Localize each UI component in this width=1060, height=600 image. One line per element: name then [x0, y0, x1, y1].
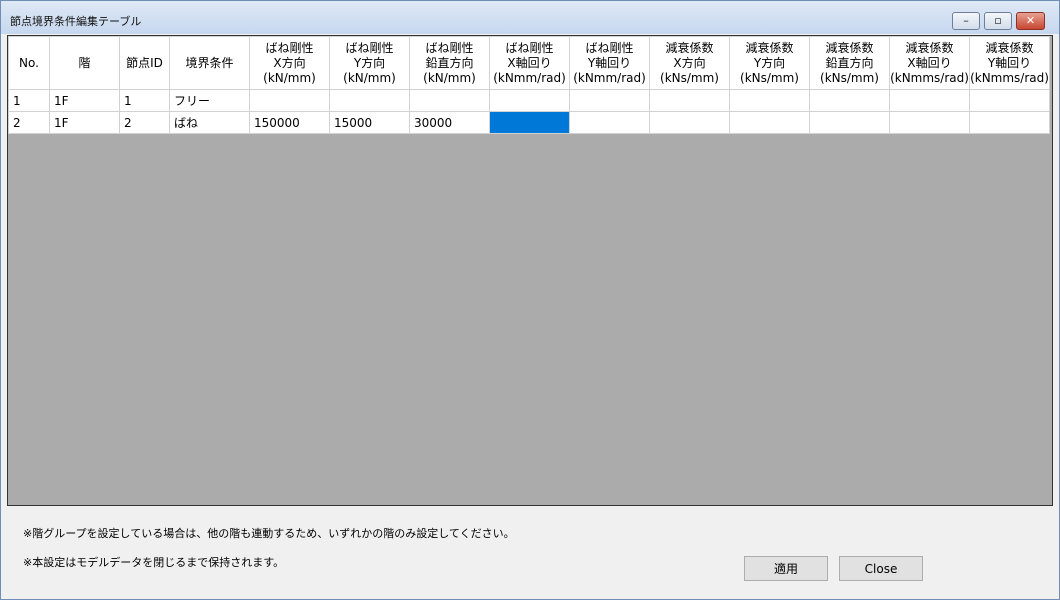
column-header-5[interactable]: ばね剛性 Y方向 (kN/mm): [329, 36, 410, 90]
table-cell[interactable]: [969, 111, 1050, 134]
column-header-8[interactable]: ばね剛性 Y軸回り (kNmm/rad): [569, 36, 650, 90]
table-cell[interactable]: 150000: [249, 111, 330, 134]
minimize-button[interactable]: –: [952, 12, 980, 30]
note-retention: ※本設定はモデルデータを閉じるまで保持されます。: [23, 556, 285, 569]
table-cell[interactable]: [649, 89, 730, 112]
column-header-line: ばね剛性: [345, 40, 394, 55]
column-header-4[interactable]: ばね剛性 X方向 (kN/mm): [249, 36, 330, 90]
window-title: 節点境界条件編集テーブル: [10, 15, 142, 28]
column-header-line: Y軸回り: [987, 55, 1032, 70]
column-header-line: 鉛直方向: [425, 55, 474, 70]
column-header-line: (kNmms/rad): [970, 70, 1049, 85]
column-header-line: X方向: [673, 55, 706, 70]
column-header-line: (kN/mm): [423, 70, 476, 85]
table-cell[interactable]: 1: [8, 89, 50, 112]
table-cell[interactable]: [809, 111, 890, 134]
apply-button[interactable]: 適用: [744, 556, 828, 581]
column-header-line: 階: [78, 55, 91, 70]
table-cell[interactable]: 1F: [49, 89, 120, 112]
table-cell[interactable]: ばね: [169, 111, 250, 134]
table-cell[interactable]: 2: [119, 111, 170, 134]
column-header-line: X方向: [273, 55, 306, 70]
boundary-table: No. 階節点ID 境界条件 ばね剛性 X方向 (kN/mm) ばね剛性 Y方向 (kN/mm)…: [8, 36, 1050, 134]
column-header-3[interactable]: 境界条件: [169, 36, 250, 90]
column-header-line: (kNmms/rad): [890, 70, 969, 85]
column-header-line: (kNs/mm): [740, 70, 799, 85]
table-cell[interactable]: [569, 111, 650, 134]
column-header-line: 減衰係数: [905, 40, 954, 55]
column-header-line: Y軸回り: [587, 55, 632, 70]
table-row[interactable]: 1 1F 1 フリー: [8, 89, 1050, 112]
header-row: No. 階節点ID 境界条件 ばね剛性 X方向 (kN/mm) ばね剛性 Y方向 (kN/mm)…: [8, 36, 1050, 90]
column-header-line: 鉛直方向: [825, 55, 874, 70]
note-floor-group: ※階グループを設定している場合は、他の階も連動するため、いずれかの階のみ設定して…: [23, 527, 515, 540]
column-header-10[interactable]: 減衰係数 Y方向 (kNs/mm): [729, 36, 810, 90]
column-header-line: X軸回り: [507, 55, 552, 70]
table-cell[interactable]: 15000: [329, 111, 410, 134]
column-header-line: 節点ID: [126, 55, 163, 70]
table-cell[interactable]: [329, 89, 410, 112]
table-cell[interactable]: [889, 111, 970, 134]
table-cell[interactable]: [649, 111, 730, 134]
column-header-line: (kNmm/rad): [573, 70, 646, 85]
table-cell[interactable]: 2: [8, 111, 50, 134]
table-cell[interactable]: [729, 89, 810, 112]
column-header-line: (kN/mm): [263, 70, 316, 85]
data-grid[interactable]: No. 階節点ID 境界条件 ばね剛性 X方向 (kN/mm) ばね剛性 Y方向 (kN/mm)…: [7, 35, 1053, 506]
close-icon: ✕: [1025, 14, 1036, 27]
table-cell[interactable]: 30000: [409, 111, 490, 134]
minimize-icon: –: [963, 14, 969, 27]
column-header-line: ばね剛性: [505, 40, 554, 55]
column-header-line: 減衰係数: [665, 40, 714, 55]
column-header-line: ばね剛性: [425, 40, 474, 55]
title-bar[interactable]: 節点境界条件編集テーブル – ▫ ✕: [1, 1, 1059, 34]
table-cell[interactable]: [569, 89, 650, 112]
column-header-line: X軸回り: [907, 55, 952, 70]
column-header-12[interactable]: 減衰係数 X軸回り (kNmms/rad): [889, 36, 970, 90]
table-cell[interactable]: 1F: [49, 111, 120, 134]
column-header-line: Y方向: [753, 55, 786, 70]
table-cell[interactable]: [809, 89, 890, 112]
maximize-icon: ▫: [994, 14, 1002, 27]
table-cell[interactable]: フリー: [169, 89, 250, 112]
column-header-9[interactable]: 減衰係数 X方向 (kNs/mm): [649, 36, 730, 90]
table-cell[interactable]: [409, 89, 490, 112]
selected-cell[interactable]: [489, 111, 570, 134]
column-header-1[interactable]: 階: [49, 36, 120, 90]
column-header-11[interactable]: 減衰係数 鉛直方向 (kNs/mm): [809, 36, 890, 90]
column-header-line: (kNs/mm): [660, 70, 719, 85]
table-row[interactable]: 2 1F 2 ばね 150000 15000 30000: [8, 111, 1050, 134]
column-header-line: ばね剛性: [265, 40, 314, 55]
column-header-7[interactable]: ばね剛性 X軸回り (kNmm/rad): [489, 36, 570, 90]
column-header-line: Y方向: [353, 55, 386, 70]
column-header-2[interactable]: 節点ID: [119, 36, 170, 90]
column-header-line: (kNmm/rad): [493, 70, 566, 85]
dialog-window: 節点境界条件編集テーブル – ▫ ✕ No. 階節点ID 境界条件 ばね剛性 X方向 (k…: [0, 0, 1060, 600]
table-cell[interactable]: [729, 111, 810, 134]
table-cell[interactable]: [889, 89, 970, 112]
column-header-line: ばね剛性: [585, 40, 634, 55]
close-window-button[interactable]: ✕: [1016, 12, 1045, 30]
column-header-0[interactable]: No.: [8, 36, 50, 90]
column-header-line: 減衰係数: [985, 40, 1034, 55]
column-header-6[interactable]: ばね剛性 鉛直方向 (kN/mm): [409, 36, 490, 90]
column-header-line: 減衰係数: [745, 40, 794, 55]
column-header-line: 減衰係数: [825, 40, 874, 55]
table-cell[interactable]: [249, 89, 330, 112]
table-cell[interactable]: [969, 89, 1050, 112]
table-cell[interactable]: 1: [119, 89, 170, 112]
column-header-line: (kN/mm): [343, 70, 396, 85]
column-header-line: (kNs/mm): [820, 70, 879, 85]
close-button[interactable]: Close: [839, 556, 923, 581]
maximize-button[interactable]: ▫: [984, 12, 1012, 30]
column-header-line: 境界条件: [185, 55, 234, 70]
table-cell[interactable]: [489, 89, 570, 112]
column-header-13[interactable]: 減衰係数 Y軸回り (kNmms/rad): [969, 36, 1050, 90]
column-header-line: No.: [19, 55, 39, 70]
